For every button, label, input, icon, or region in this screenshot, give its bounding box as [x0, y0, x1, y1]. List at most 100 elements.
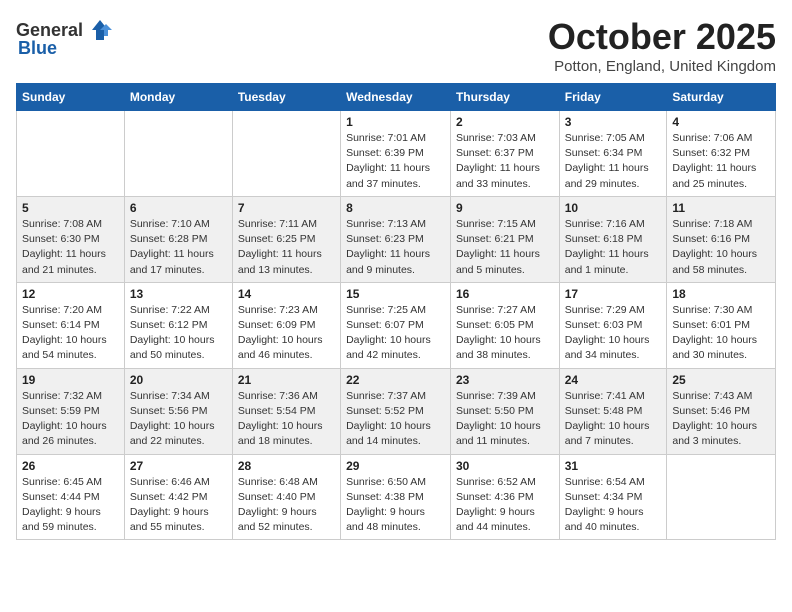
- day-number: 31: [565, 459, 662, 473]
- day-number: 15: [346, 287, 445, 301]
- table-cell: 31 Sunrise: 6:54 AM Sunset: 4:34 PM Dayli…: [559, 454, 667, 540]
- week-row-1: 1Sunrise: 7:01 AM Sunset: 6:39 PM Daylig…: [17, 111, 776, 197]
- day-number: 10: [565, 201, 662, 215]
- day-info: Sunrise: 6:45 AM Sunset: 4:44 PM Dayligh…: [22, 475, 119, 536]
- table-cell: [232, 111, 340, 197]
- table-cell: 6Sunrise: 7:10 AM Sunset: 6:28 PM Daylig…: [124, 196, 232, 282]
- day-number: 2: [456, 115, 554, 129]
- day-info: Sunrise: 7:05 AM Sunset: 6:34 PM Dayligh…: [565, 131, 662, 192]
- table-cell: 7Sunrise: 7:11 AM Sunset: 6:25 PM Daylig…: [232, 196, 340, 282]
- table-cell: 11Sunrise: 7:18 AM Sunset: 6:16 PM Dayli…: [667, 196, 776, 282]
- week-row-4: 19 Sunrise: 7:32 AM Sunset: 5:59 PM Dayli…: [17, 368, 776, 454]
- day-info: Sunrise: 7:06 AM Sunset: 6:32 PM Dayligh…: [672, 131, 770, 192]
- logo: General Blue: [16, 16, 114, 59]
- header-friday: Friday: [559, 84, 667, 111]
- table-cell: 16 Sunrise: 7:27 AM Sunset: 6:05 PM Dayli…: [450, 282, 559, 368]
- table-cell: 20 Sunrise: 7:34 AM Sunset: 5:56 PM Dayli…: [124, 368, 232, 454]
- logo-blue-text: Blue: [18, 38, 57, 59]
- day-info: Sunrise: 7:13 AM Sunset: 6:23 PM Dayligh…: [346, 217, 445, 278]
- header-saturday: Saturday: [667, 84, 776, 111]
- day-number: 17: [565, 287, 662, 301]
- day-info: Sunrise: 7:10 AM Sunset: 6:28 PM Dayligh…: [130, 217, 227, 278]
- week-row-2: 5Sunrise: 7:08 AM Sunset: 6:30 PM Daylig…: [17, 196, 776, 282]
- day-info: Sunrise: 7:29 AM Sunset: 6:03 PM Dayligh…: [565, 303, 662, 364]
- day-info: Sunrise: 6:50 AM Sunset: 4:38 PM Dayligh…: [346, 475, 445, 536]
- day-info: Sunrise: 7:03 AM Sunset: 6:37 PM Dayligh…: [456, 131, 554, 192]
- calendar-table: Sunday Monday Tuesday Wednesday Thursday…: [16, 83, 776, 540]
- day-info: Sunrise: 7:43 AM Sunset: 5:46 PM Dayligh…: [672, 389, 770, 450]
- week-row-5: 26 Sunrise: 6:45 AM Sunset: 4:44 PM Dayli…: [17, 454, 776, 540]
- table-cell: 5Sunrise: 7:08 AM Sunset: 6:30 PM Daylig…: [17, 196, 125, 282]
- table-cell: 22 Sunrise: 7:37 AM Sunset: 5:52 PM Dayli…: [341, 368, 451, 454]
- table-cell: 29 Sunrise: 6:50 AM Sunset: 4:38 PM Dayli…: [341, 454, 451, 540]
- day-info: Sunrise: 7:27 AM Sunset: 6:05 PM Dayligh…: [456, 303, 554, 364]
- day-info: Sunrise: 7:36 AM Sunset: 5:54 PM Dayligh…: [238, 389, 335, 450]
- day-number: 19: [22, 373, 119, 387]
- day-number: 7: [238, 201, 335, 215]
- table-cell: 3 Sunrise: 7:05 AM Sunset: 6:34 PM Daylig…: [559, 111, 667, 197]
- table-cell: 15Sunrise: 7:25 AM Sunset: 6:07 PM Dayli…: [341, 282, 451, 368]
- header-monday: Monday: [124, 84, 232, 111]
- day-number: 16: [456, 287, 554, 301]
- day-number: 9: [456, 201, 554, 215]
- day-number: 28: [238, 459, 335, 473]
- table-cell: 23Sunrise: 7:39 AM Sunset: 5:50 PM Dayli…: [450, 368, 559, 454]
- day-info: Sunrise: 7:23 AM Sunset: 6:09 PM Dayligh…: [238, 303, 335, 364]
- day-number: 30: [456, 459, 554, 473]
- day-number: 26: [22, 459, 119, 473]
- day-info: Sunrise: 7:30 AM Sunset: 6:01 PM Dayligh…: [672, 303, 770, 364]
- day-info: Sunrise: 7:37 AM Sunset: 5:52 PM Dayligh…: [346, 389, 445, 450]
- page-header: General Blue October 2025 Potton, Englan…: [16, 16, 776, 75]
- day-info: Sunrise: 7:20 AM Sunset: 6:14 PM Dayligh…: [22, 303, 119, 364]
- day-info: Sunrise: 6:48 AM Sunset: 4:40 PM Dayligh…: [238, 475, 335, 536]
- table-cell: 12 Sunrise: 7:20 AM Sunset: 6:14 PM Dayli…: [17, 282, 125, 368]
- table-cell: 27 Sunrise: 6:46 AM Sunset: 4:42 PM Dayli…: [124, 454, 232, 540]
- table-cell: 10 Sunrise: 7:16 AM Sunset: 6:18 PM Dayli…: [559, 196, 667, 282]
- header-sunday: Sunday: [17, 84, 125, 111]
- day-number: 1: [346, 115, 445, 129]
- title-section: October 2025 Potton, England, United Kin…: [548, 16, 776, 75]
- table-cell: 24Sunrise: 7:41 AM Sunset: 5:48 PM Dayli…: [559, 368, 667, 454]
- logo-icon: [86, 16, 114, 44]
- table-cell: [124, 111, 232, 197]
- table-cell: [667, 454, 776, 540]
- day-info: Sunrise: 7:34 AM Sunset: 5:56 PM Dayligh…: [130, 389, 227, 450]
- day-info: Sunrise: 6:52 AM Sunset: 4:36 PM Dayligh…: [456, 475, 554, 536]
- day-number: 24: [565, 373, 662, 387]
- table-cell: 13Sunrise: 7:22 AM Sunset: 6:12 PM Dayli…: [124, 282, 232, 368]
- day-number: 5: [22, 201, 119, 215]
- table-cell: 1Sunrise: 7:01 AM Sunset: 6:39 PM Daylig…: [341, 111, 451, 197]
- day-number: 20: [130, 373, 227, 387]
- table-cell: 8 Sunrise: 7:13 AM Sunset: 6:23 PM Daylig…: [341, 196, 451, 282]
- day-number: 18: [672, 287, 770, 301]
- table-cell: [17, 111, 125, 197]
- day-number: 8: [346, 201, 445, 215]
- day-number: 25: [672, 373, 770, 387]
- week-row-3: 12 Sunrise: 7:20 AM Sunset: 6:14 PM Dayli…: [17, 282, 776, 368]
- table-cell: 2 Sunrise: 7:03 AM Sunset: 6:37 PM Daylig…: [450, 111, 559, 197]
- table-cell: 28 Sunrise: 6:48 AM Sunset: 4:40 PM Dayli…: [232, 454, 340, 540]
- day-number: 12: [22, 287, 119, 301]
- day-info: Sunrise: 7:32 AM Sunset: 5:59 PM Dayligh…: [22, 389, 119, 450]
- day-info: Sunrise: 6:54 AM Sunset: 4:34 PM Dayligh…: [565, 475, 662, 536]
- table-cell: 9Sunrise: 7:15 AM Sunset: 6:21 PM Daylig…: [450, 196, 559, 282]
- table-cell: 14Sunrise: 7:23 AM Sunset: 6:09 PM Dayli…: [232, 282, 340, 368]
- day-number: 22: [346, 373, 445, 387]
- day-number: 21: [238, 373, 335, 387]
- day-number: 4: [672, 115, 770, 129]
- day-number: 11: [672, 201, 770, 215]
- table-cell: 25 Sunrise: 7:43 AM Sunset: 5:46 PM Dayli…: [667, 368, 776, 454]
- header-wednesday: Wednesday: [341, 84, 451, 111]
- day-number: 23: [456, 373, 554, 387]
- day-number: 29: [346, 459, 445, 473]
- day-info: Sunrise: 7:16 AM Sunset: 6:18 PM Dayligh…: [565, 217, 662, 278]
- header-thursday: Thursday: [450, 84, 559, 111]
- day-number: 3: [565, 115, 662, 129]
- day-info: Sunrise: 6:46 AM Sunset: 4:42 PM Dayligh…: [130, 475, 227, 536]
- table-cell: 21 Sunrise: 7:36 AM Sunset: 5:54 PM Dayli…: [232, 368, 340, 454]
- table-cell: 4 Sunrise: 7:06 AM Sunset: 6:32 PM Daylig…: [667, 111, 776, 197]
- table-cell: 18 Sunrise: 7:30 AM Sunset: 6:01 PM Dayli…: [667, 282, 776, 368]
- day-number: 27: [130, 459, 227, 473]
- table-cell: 26 Sunrise: 6:45 AM Sunset: 4:44 PM Dayli…: [17, 454, 125, 540]
- table-cell: 17 Sunrise: 7:29 AM Sunset: 6:03 PM Dayli…: [559, 282, 667, 368]
